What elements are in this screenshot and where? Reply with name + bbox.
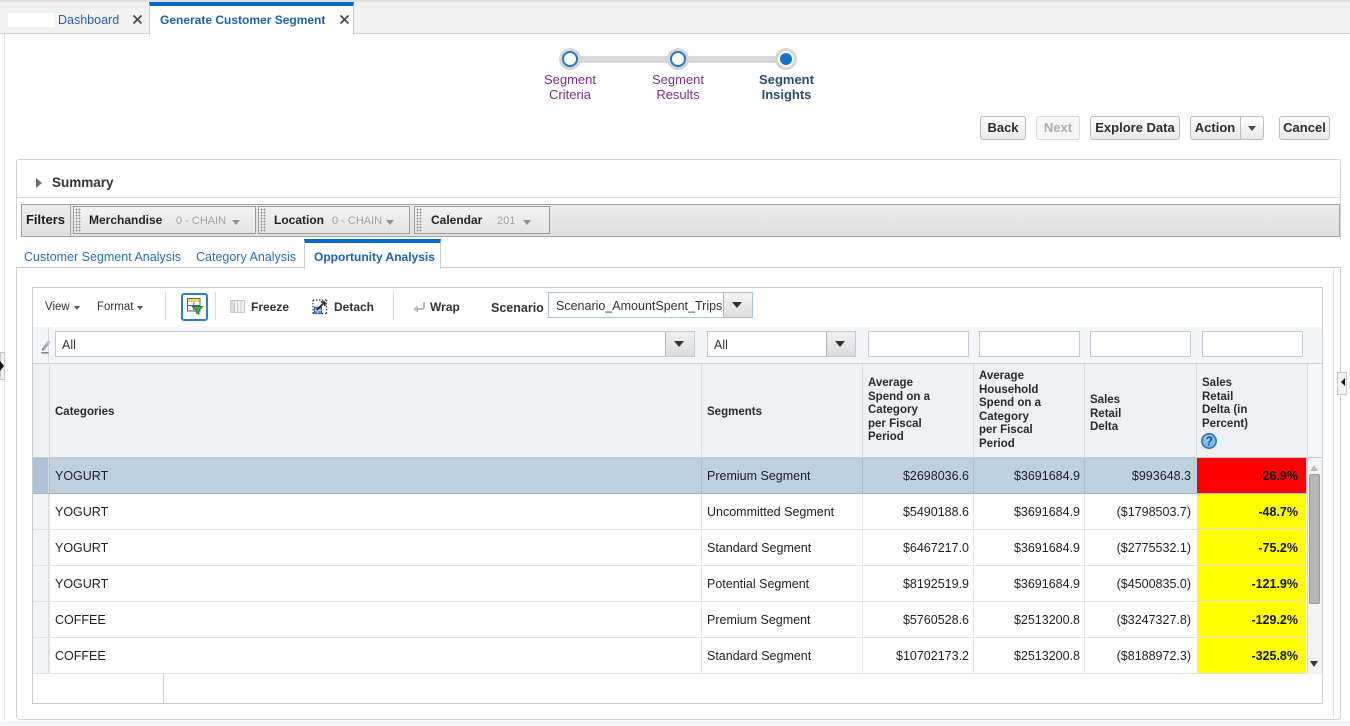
svg-text:?: ? (1205, 434, 1213, 448)
